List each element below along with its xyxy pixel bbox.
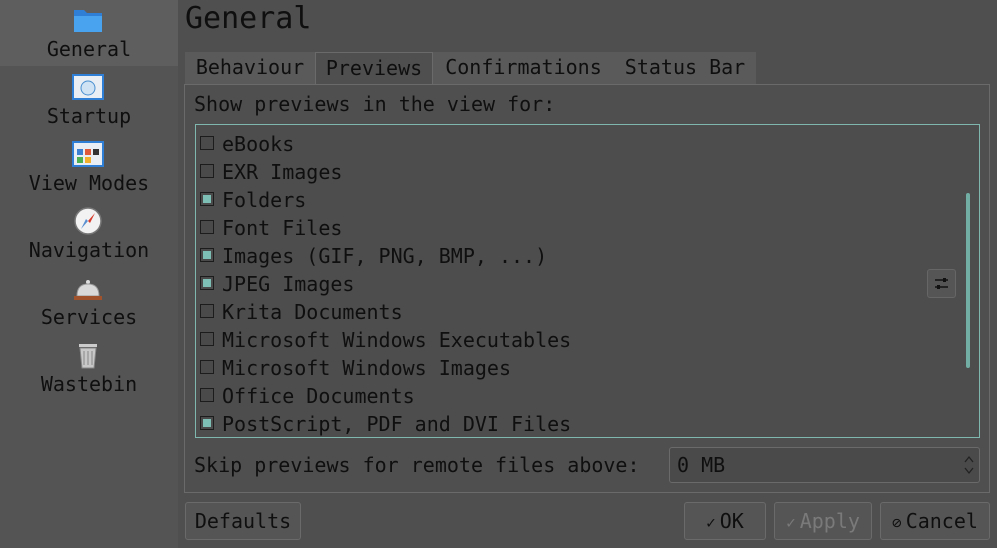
check-icon: ✓ (706, 513, 716, 532)
defaults-button[interactable]: Defaults (185, 502, 301, 540)
cancel-button[interactable]: ⊘ Cancel (880, 502, 990, 540)
cancel-button-label: Cancel (905, 509, 978, 533)
list-item-label: Microsoft Windows Executables (222, 328, 572, 352)
sidebar-item-label: Services (40, 305, 138, 329)
checkbox[interactable] (200, 304, 214, 318)
list-item-label: Folders (222, 188, 307, 212)
skip-size-value: 0 MB (677, 453, 726, 477)
list-item-label: eBooks (222, 132, 295, 156)
configure-button[interactable] (927, 269, 956, 298)
spin-arrows-icon[interactable] (963, 454, 975, 476)
tab-previews[interactable]: Previews (315, 52, 433, 85)
tab-behaviour[interactable]: Behaviour (185, 52, 315, 85)
ok-button[interactable]: ✓ OK (684, 502, 766, 540)
skip-previews-label: Skip previews for remote files above: (194, 453, 640, 477)
checkbox[interactable] (200, 220, 214, 234)
skip-size-spinbox[interactable]: 0 MB (669, 447, 980, 483)
defaults-button-label: Defaults (194, 509, 292, 533)
list-item-label: Images (GIF, PNG, BMP, ...) (222, 244, 548, 268)
sidebar-item-label: Navigation (28, 238, 150, 262)
view-modes-icon (72, 141, 104, 167)
list-item-label: PostScript, PDF and DVI Files (222, 412, 572, 436)
apply-button-label: Apply (799, 509, 860, 533)
previews-section-label: Show previews in the view for: (194, 92, 556, 116)
list-item-label: Krita Documents (222, 300, 403, 324)
checkbox[interactable] (200, 388, 214, 402)
checkbox[interactable] (200, 416, 214, 430)
tab-confirmations[interactable]: Confirmations (433, 52, 614, 85)
sidebar-item-view-modes[interactable]: View Modes (0, 134, 178, 200)
preview-types-list[interactable]: eBooks EXR Images Folders Font Files Ima… (195, 124, 980, 438)
startup-icon (72, 74, 104, 100)
sidebar-item-startup[interactable]: Startup (0, 67, 178, 133)
folder-icon (74, 10, 102, 32)
sidebar: General Startup View Modes Navigation Se… (0, 0, 178, 548)
checkbox[interactable] (200, 192, 214, 206)
list-item-label: EXR Images (222, 160, 343, 184)
list-item-label: Office Documents (222, 384, 415, 408)
checkbox[interactable] (200, 136, 214, 150)
bell-icon (74, 280, 102, 300)
list-item-label: Microsoft Windows Images (222, 356, 511, 380)
ok-button-label: OK (719, 509, 744, 533)
checkbox[interactable] (200, 332, 214, 346)
checkbox[interactable] (200, 276, 214, 290)
page-title: General (185, 1, 312, 36)
sidebar-item-label: General (46, 37, 132, 61)
compass-icon (74, 207, 102, 235)
list-scrollbar[interactable] (966, 193, 970, 368)
trash-icon (79, 344, 97, 369)
checkbox[interactable] (200, 360, 214, 374)
checkbox[interactable] (200, 164, 214, 178)
checkbox[interactable] (200, 248, 214, 262)
list-item-label: JPEG Images (222, 272, 355, 296)
sidebar-item-label: View Modes (28, 171, 150, 195)
sidebar-item-general[interactable]: General (0, 0, 178, 66)
settings-sliders-icon (935, 278, 948, 289)
sidebar-item-label: Startup (46, 104, 132, 128)
sidebar-item-services[interactable]: Services (0, 268, 178, 334)
sidebar-item-wastebin[interactable]: Wastebin (0, 335, 178, 401)
tab-status-bar[interactable]: Status Bar (614, 52, 756, 85)
sidebar-item-navigation[interactable]: Navigation (0, 201, 178, 267)
cancel-icon: ⊘ (892, 513, 902, 532)
apply-button[interactable]: ✓ Apply (774, 502, 872, 540)
check-icon: ✓ (786, 513, 796, 532)
sidebar-item-label: Wastebin (40, 372, 138, 396)
list-item-label: Font Files (222, 216, 343, 240)
